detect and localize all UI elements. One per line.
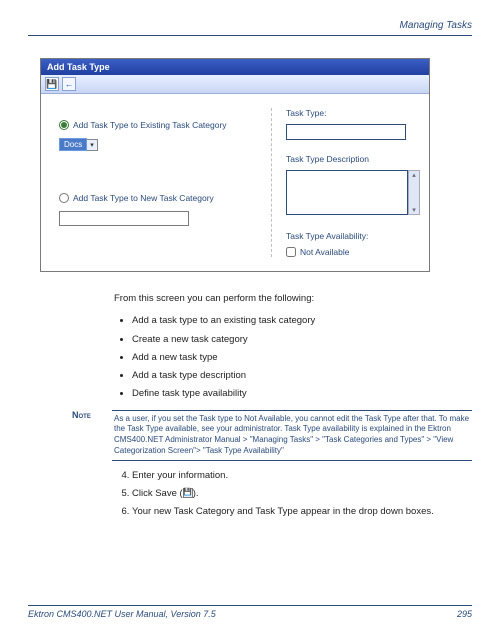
radio-existing-label: Add Task Type to Existing Task Category <box>73 120 227 130</box>
form-body: Add Task Type to Existing Task Category … <box>41 94 429 271</box>
step5-text-b: ). <box>193 488 199 499</box>
note-label: Note <box>72 410 112 461</box>
scroll-up-icon[interactable]: ▴ <box>412 171 416 179</box>
list-item: Define task type availability <box>132 387 472 401</box>
header-rule <box>28 35 472 36</box>
task-type-input[interactable] <box>286 124 406 140</box>
category-dropdown[interactable]: Docs ▾ <box>59 138 98 151</box>
not-available-checkbox[interactable] <box>286 247 296 257</box>
chevron-down-icon[interactable]: ▾ <box>87 139 98 151</box>
list-item: Enter your information. <box>132 469 472 483</box>
radio-new-category[interactable]: Add Task Type to New Task Category <box>59 193 263 203</box>
task-type-desc-label: Task Type Description <box>286 154 421 164</box>
radio-existing-input[interactable] <box>59 120 69 130</box>
page-footer: Ektron CMS400.NET User Manual, Version 7… <box>28 605 472 619</box>
back-icon[interactable]: ← <box>62 77 76 91</box>
task-type-label: Task Type: <box>286 108 421 118</box>
task-type-desc-wrap: ▴ ▾ <box>286 170 420 215</box>
ordered-steps: Enter your information. Click Save (💾). … <box>114 469 472 520</box>
window-title: Add Task Type <box>41 59 429 75</box>
body-prose: From this screen you can perform the fol… <box>114 292 472 402</box>
scrollbar[interactable]: ▴ ▾ <box>408 170 420 215</box>
category-dropdown-selected: Docs <box>59 138 87 151</box>
footer-rule <box>28 605 472 606</box>
new-category-input[interactable] <box>59 211 189 226</box>
list-item: Add a task type to an existing task cate… <box>132 314 472 328</box>
list-item: Your new Task Category and Task Type app… <box>132 505 472 519</box>
save-icon: 💾 <box>183 488 193 498</box>
toolbar: 💾 ← <box>41 75 429 94</box>
add-task-type-window: Add Task Type 💾 ← Add Task Type to Exist… <box>40 58 430 272</box>
save-icon[interactable]: 💾 <box>45 77 59 91</box>
list-item: Add a new task type <box>132 351 472 365</box>
availability-label: Task Type Availability: <box>286 231 421 241</box>
bullet-list: Add a task type to an existing task cate… <box>114 314 472 401</box>
footer-left: Ektron CMS400.NET User Manual, Version 7… <box>28 609 216 619</box>
right-column: Task Type: Task Type Description ▴ ▾ Tas… <box>271 108 421 257</box>
step5-text-a: Click Save ( <box>132 488 183 499</box>
section-title: Managing Tasks <box>28 20 472 31</box>
list-item: Create a new task category <box>132 333 472 347</box>
not-available-label: Not Available <box>300 247 349 257</box>
left-column: Add Task Type to Existing Task Category … <box>49 108 271 257</box>
list-item: Click Save (💾). <box>132 487 472 501</box>
task-type-desc-input[interactable] <box>286 170 408 215</box>
radio-new-input[interactable] <box>59 193 69 203</box>
availability-row[interactable]: Not Available <box>286 247 421 257</box>
list-item: Add a task type description <box>132 369 472 383</box>
note-body: As a user, if you set the Task type to N… <box>112 410 472 461</box>
radio-existing-category[interactable]: Add Task Type to Existing Task Category <box>59 120 263 130</box>
scroll-down-icon[interactable]: ▾ <box>412 206 416 214</box>
steps-list: Enter your information. Click Save (💾). … <box>114 469 472 520</box>
note-block: Note As a user, if you set the Task type… <box>72 410 472 461</box>
page-number: 295 <box>457 609 472 619</box>
intro-text: From this screen you can perform the fol… <box>114 292 472 306</box>
radio-new-label: Add Task Type to New Task Category <box>73 193 214 203</box>
